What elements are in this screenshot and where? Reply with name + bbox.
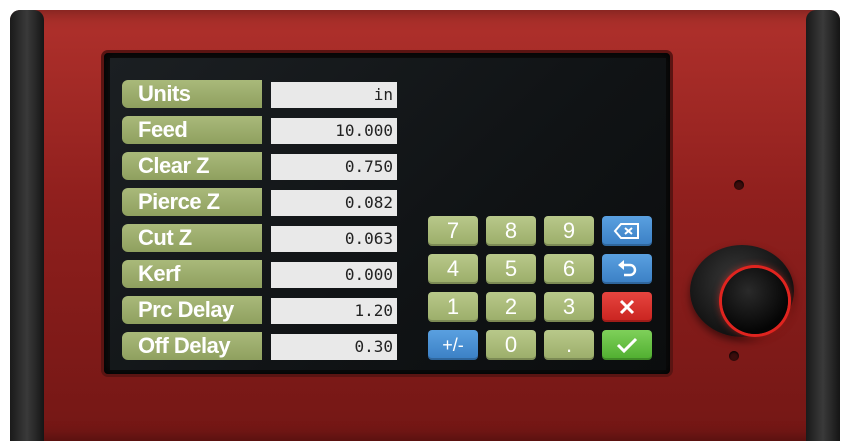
param-value[interactable]: 10.000 [271, 118, 397, 144]
param-row-cut-z[interactable]: Cut Z 0.063 [122, 224, 397, 252]
touchscreen: Units in Feed 10.000 Clear Z 0.750 Pierc… [110, 58, 666, 370]
param-value[interactable]: 0.000 [271, 262, 397, 288]
param-label: Off Delay [122, 332, 262, 360]
key-7-button[interactable]: 7 [428, 216, 478, 246]
param-row-off-delay[interactable]: Off Delay 0.30 [122, 332, 397, 360]
key-1-button[interactable]: 1 [428, 292, 478, 322]
param-label: Prc Delay [122, 296, 262, 324]
left-end-cap [10, 10, 44, 441]
param-label: Clear Z [122, 152, 262, 180]
param-value[interactable]: 0.082 [271, 190, 397, 216]
key-3-button[interactable]: 3 [544, 292, 594, 322]
param-value[interactable]: 1.20 [271, 298, 397, 324]
param-label: Kerf [122, 260, 262, 288]
backspace-button[interactable] [602, 216, 652, 246]
undo-button[interactable] [602, 254, 652, 284]
param-value[interactable]: 0.750 [271, 154, 397, 180]
param-row-pierce-z[interactable]: Pierce Z 0.082 [122, 188, 397, 216]
indicator-led [729, 351, 739, 361]
param-row-prc-delay[interactable]: Prc Delay 1.20 [122, 296, 397, 324]
key-9-button[interactable]: 9 [544, 216, 594, 246]
encoder-knob[interactable] [722, 268, 788, 334]
param-row-units[interactable]: Units in [122, 80, 397, 108]
indicator-led [734, 180, 744, 190]
param-label: Cut Z [122, 224, 262, 252]
param-label: Units [122, 80, 262, 108]
param-row-feed[interactable]: Feed 10.000 [122, 116, 397, 144]
enter-button[interactable] [602, 330, 652, 360]
key-8-button[interactable]: 8 [486, 216, 536, 246]
cancel-button[interactable] [602, 292, 652, 322]
param-label: Feed [122, 116, 262, 144]
param-row-kerf[interactable]: Kerf 0.000 [122, 260, 397, 288]
key-2-button[interactable]: 2 [486, 292, 536, 322]
right-end-cap [806, 10, 840, 441]
key-5-button[interactable]: 5 [486, 254, 536, 284]
param-label: Pierce Z [122, 188, 262, 216]
key-4-button[interactable]: 4 [428, 254, 478, 284]
sign-toggle-button[interactable]: +/- [428, 330, 478, 360]
decimal-point-button[interactable]: . [544, 330, 594, 360]
param-value[interactable]: in [271, 82, 397, 108]
param-row-clear-z[interactable]: Clear Z 0.750 [122, 152, 397, 180]
param-value[interactable]: 0.30 [271, 334, 397, 360]
param-value[interactable]: 0.063 [271, 226, 397, 252]
key-6-button[interactable]: 6 [544, 254, 594, 284]
key-0-button[interactable]: 0 [486, 330, 536, 360]
